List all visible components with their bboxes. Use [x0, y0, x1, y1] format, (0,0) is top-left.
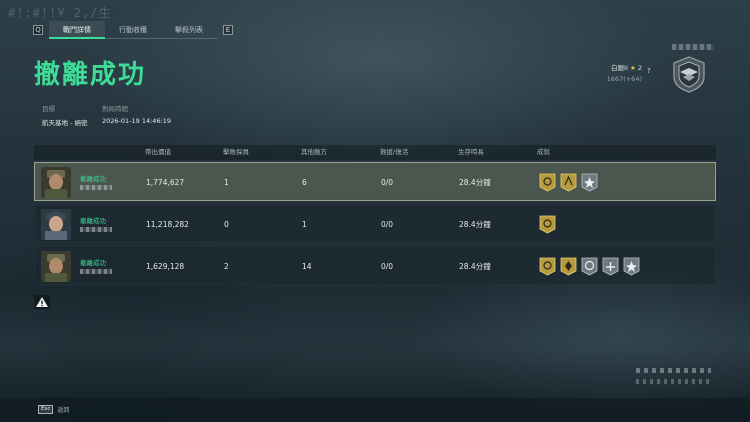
- col-header-achievements: 成就: [537, 148, 550, 156]
- player-status: 撤離成功: [80, 259, 106, 267]
- operator-avatar: [41, 209, 71, 240]
- cell-other-enemies: 14: [302, 262, 312, 271]
- silver-medal-icon[interactable]: [623, 257, 640, 276]
- gold-medal-icon[interactable]: [539, 173, 556, 192]
- background-noise-text: #!:#!!¥ 2,/生: [8, 6, 112, 20]
- cell-value: 11,218,282: [146, 220, 189, 229]
- star-icon: ★: [629, 64, 636, 72]
- warning-icon[interactable]: [34, 295, 50, 309]
- col-header-rescue: 救援/復活: [380, 148, 409, 156]
- gold-medal-icon[interactable]: [539, 215, 556, 234]
- page-title: 撤離成功: [34, 60, 147, 90]
- col-header-kills: 擊敗探員: [223, 148, 249, 156]
- col-header-value: 帶出價值: [145, 148, 171, 156]
- bottom-bar: [0, 398, 750, 422]
- silver-medal-icon[interactable]: [602, 257, 619, 276]
- achievements: [539, 215, 556, 234]
- table-header: 帶出價值 擊敗探員 其他敵方 救援/復活 生存時長 成就: [34, 145, 716, 160]
- tab-prev-key-hint[interactable]: Q: [33, 25, 43, 35]
- table-row[interactable]: 撤離成功 1,629,128 2 14 0/0 28.4分鐘: [34, 246, 716, 285]
- player-name-blurred: [80, 227, 112, 232]
- col-header-survival-time: 生存時長: [458, 148, 484, 156]
- match-time-value: 2026-01-19 14:46:19: [102, 117, 172, 125]
- gold-medal-icon[interactable]: [539, 257, 556, 276]
- cell-rescue: 0/0: [381, 262, 394, 271]
- target-label: 目標: [42, 105, 55, 113]
- silver-medal-icon[interactable]: [581, 173, 598, 192]
- player-status: 撤離成功: [80, 175, 106, 183]
- back-button[interactable]: Esc 返回: [38, 405, 69, 414]
- rank-help-button[interactable]: ?: [647, 67, 651, 75]
- player-name-blurred: [80, 185, 112, 190]
- cell-survival-time: 28.4分鐘: [459, 220, 491, 229]
- cell-survival-time: 28.4分鐘: [459, 178, 491, 187]
- cell-value: 1,629,128: [146, 262, 185, 271]
- player-status: 撤離成功: [80, 217, 106, 225]
- operator-avatar: [41, 251, 71, 282]
- cell-rescue: 0/0: [381, 178, 394, 187]
- col-header-other-enemies: 其他敵方: [301, 148, 327, 156]
- match-time-label: 對局時間: [102, 105, 128, 113]
- tab-bar: Q 戰鬥詳情 行動收穫 擊殺列表 E: [33, 21, 233, 39]
- player-name-blurred: [80, 269, 112, 274]
- player-rank-info: 白銀II ★ 2 1667(+64): [607, 62, 642, 83]
- silver-medal-icon[interactable]: [581, 257, 598, 276]
- cell-survival-time: 28.4分鐘: [459, 262, 491, 271]
- gold-medal-icon[interactable]: [560, 257, 577, 276]
- operator-avatar: [41, 167, 71, 198]
- cell-rescue: 0/0: [381, 220, 394, 229]
- achievements: [539, 173, 598, 192]
- match-time-info: 對局時間 2026-01-19 14:46:19: [102, 103, 171, 125]
- table-row[interactable]: 撤離成功 1,774,627 1 6 0/0 28.4分鐘: [34, 162, 716, 201]
- cell-other-enemies: 1: [302, 220, 307, 229]
- tab-operation-loot[interactable]: 行動收穫: [105, 21, 161, 39]
- esc-key-hint: Esc: [38, 405, 54, 414]
- watermark-blurred: [636, 368, 711, 386]
- rank-score: 1667(+64): [606, 75, 642, 83]
- table-row[interactable]: 撤離成功 11,218,282 0 1 0/0 28.4分鐘: [34, 204, 716, 243]
- tab-next-key-hint[interactable]: E: [223, 25, 233, 35]
- player-name-blurred: [672, 44, 714, 50]
- back-label: 返回: [57, 407, 70, 414]
- rank-emblem-icon: [673, 56, 705, 93]
- rank-stars: 2: [637, 64, 642, 72]
- rank-name: 白銀II: [611, 64, 628, 72]
- achievements: [539, 257, 640, 276]
- target-value: 航天基地 - 絕密: [42, 119, 88, 127]
- tab-battle-details[interactable]: 戰鬥詳情: [49, 21, 105, 39]
- cell-value: 1,774,627: [146, 178, 185, 187]
- cell-other-enemies: 6: [302, 178, 307, 187]
- gold-medal-icon[interactable]: [560, 173, 577, 192]
- tab-kill-list[interactable]: 擊殺列表: [161, 21, 217, 39]
- cell-kills: 1: [224, 178, 229, 187]
- cell-kills: 2: [224, 262, 229, 271]
- target-info: 目標 航天基地 - 絕密: [42, 103, 87, 127]
- cell-kills: 0: [224, 220, 229, 229]
